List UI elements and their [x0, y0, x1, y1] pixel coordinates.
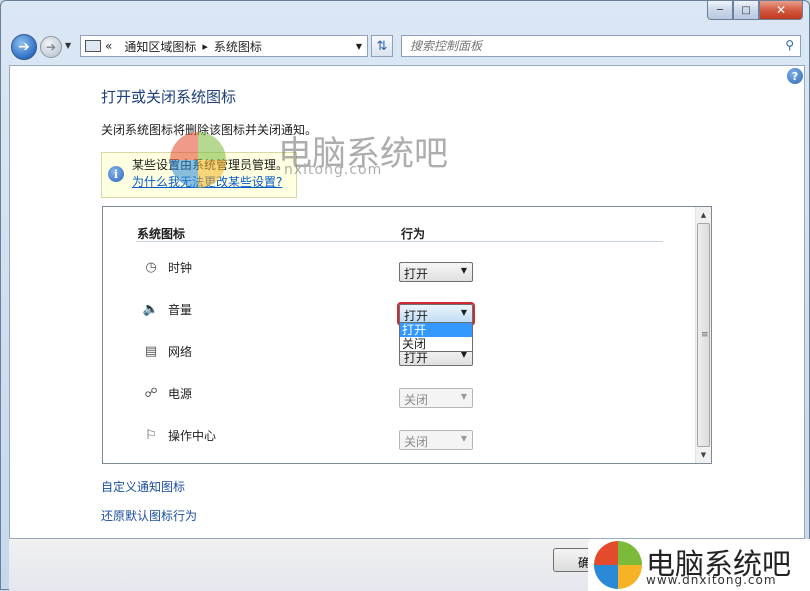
- minimize-icon: ─: [716, 4, 724, 16]
- address-bar[interactable]: « 通知区域图标 ▸ 系统图标 ▼: [80, 35, 368, 57]
- chevron-down-icon: ▼: [460, 308, 467, 317]
- info-icon: i: [108, 166, 124, 182]
- watermark-corner-url: www.dnxitong.com: [646, 573, 777, 587]
- scroll-up-icon[interactable]: ▲: [696, 207, 711, 223]
- chevron-down-icon: ▼: [460, 392, 467, 401]
- refresh-button[interactable]: ⇅: [371, 35, 393, 57]
- page-title: 打开或关闭系统图标: [101, 88, 237, 106]
- select-value: 打开: [404, 309, 429, 323]
- select-value: 打开: [404, 351, 429, 365]
- forward-button[interactable]: ➔: [40, 36, 62, 58]
- close-icon: ✕: [775, 3, 787, 17]
- action-center-behavior-select: 关闭 ▼: [399, 430, 473, 450]
- row-label-volume: 音量: [168, 303, 193, 317]
- restore-default-behavior-link[interactable]: 还原默认图标行为: [101, 507, 197, 524]
- chevron-down-icon: ▼: [460, 434, 467, 443]
- power-icon: ☍: [144, 385, 158, 401]
- scroll-down-icon[interactable]: ▼: [696, 447, 711, 463]
- grip-icon: ≡: [701, 330, 709, 340]
- arrow-left-icon: ➔: [18, 39, 30, 55]
- help-button[interactable]: ?: [787, 68, 803, 84]
- watermark-corner: 电脑系统吧 www.dnxitong.com: [588, 539, 810, 591]
- column-header-behavior: 行为: [401, 227, 426, 241]
- customize-notification-icons-link[interactable]: 自定义通知图标: [101, 478, 185, 495]
- address-dropdown-icon[interactable]: ▼: [356, 42, 362, 51]
- maximize-button[interactable]: □: [733, 1, 759, 20]
- recent-pages-dropdown[interactable]: ▼: [65, 41, 71, 50]
- watermark-url: nxitong.com: [284, 162, 383, 178]
- close-button[interactable]: ✕: [759, 1, 803, 20]
- help-icon: ?: [791, 69, 799, 83]
- select-value: 关闭: [404, 393, 429, 407]
- window-controls: ─ □ ✕: [707, 1, 803, 20]
- flag-icon: ⚐: [145, 427, 157, 443]
- network-icon: ▤: [144, 343, 158, 359]
- option-off[interactable]: 关闭: [400, 337, 472, 351]
- chevron-down-icon: ▼: [460, 266, 467, 275]
- volume-behavior-select[interactable]: 打开 ▼: [399, 304, 473, 324]
- system-icons-table: 系统图标 行为 ◷ 时钟 打开 ▼ 🔈 音量 打开 ▼ 打开 关闭 ▤ 网络 打…: [102, 206, 712, 464]
- chevron-right-icon[interactable]: ▸: [202, 40, 208, 53]
- volume-behavior-options: 打开 关闭: [399, 322, 473, 352]
- computer-icon: [85, 40, 101, 52]
- breadcrumb-item-notification-icons[interactable]: 通知区域图标: [124, 38, 196, 55]
- select-value: 打开: [404, 267, 429, 281]
- scroll-thumb[interactable]: ≡: [697, 223, 710, 447]
- refresh-icon: ⇅: [376, 38, 388, 54]
- clock-behavior-select[interactable]: 打开 ▼: [399, 262, 473, 282]
- arrow-right-icon: ➔: [45, 40, 57, 54]
- watermark-logo-icon: [170, 132, 226, 188]
- search-box[interactable]: ⚲: [401, 35, 801, 57]
- option-on[interactable]: 打开: [400, 323, 472, 337]
- clock-icon: ◷: [145, 259, 157, 275]
- windows-logo-icon: [594, 541, 642, 589]
- breadcrumb-item-system-icons[interactable]: 系统图标: [214, 38, 262, 55]
- vertical-scrollbar[interactable]: ▲ ≡ ▼: [695, 207, 711, 463]
- search-icon[interactable]: ⚲: [785, 38, 794, 52]
- content-pane: ? 打开或关闭系统图标 关闭系统图标将删除该图标并关闭通知。 i 某些设置由系统…: [9, 65, 805, 539]
- row-label-network: 网络: [168, 345, 193, 359]
- minimize-button[interactable]: ─: [707, 1, 733, 20]
- select-value: 关闭: [404, 435, 429, 449]
- back-button[interactable]: ➔: [11, 34, 37, 60]
- header-divider: [136, 241, 663, 242]
- breadcrumb-overflow-icon[interactable]: «: [105, 39, 112, 53]
- row-label-clock: 时钟: [168, 261, 193, 275]
- search-input[interactable]: [410, 39, 770, 53]
- column-header-icon: 系统图标: [137, 227, 186, 241]
- row-label-action-center: 操作中心: [168, 429, 217, 443]
- control-panel-window: ─ □ ✕ ➔ ➔ ▼ « 通知区域图标 ▸ 系统图标 ▼ ⇅ ⚲ ? 打开或关…: [0, 0, 810, 591]
- row-label-power: 电源: [168, 387, 193, 401]
- speaker-icon: 🔈: [142, 301, 160, 317]
- maximize-icon: □: [741, 4, 751, 16]
- power-behavior-select: 关闭 ▼: [399, 388, 473, 408]
